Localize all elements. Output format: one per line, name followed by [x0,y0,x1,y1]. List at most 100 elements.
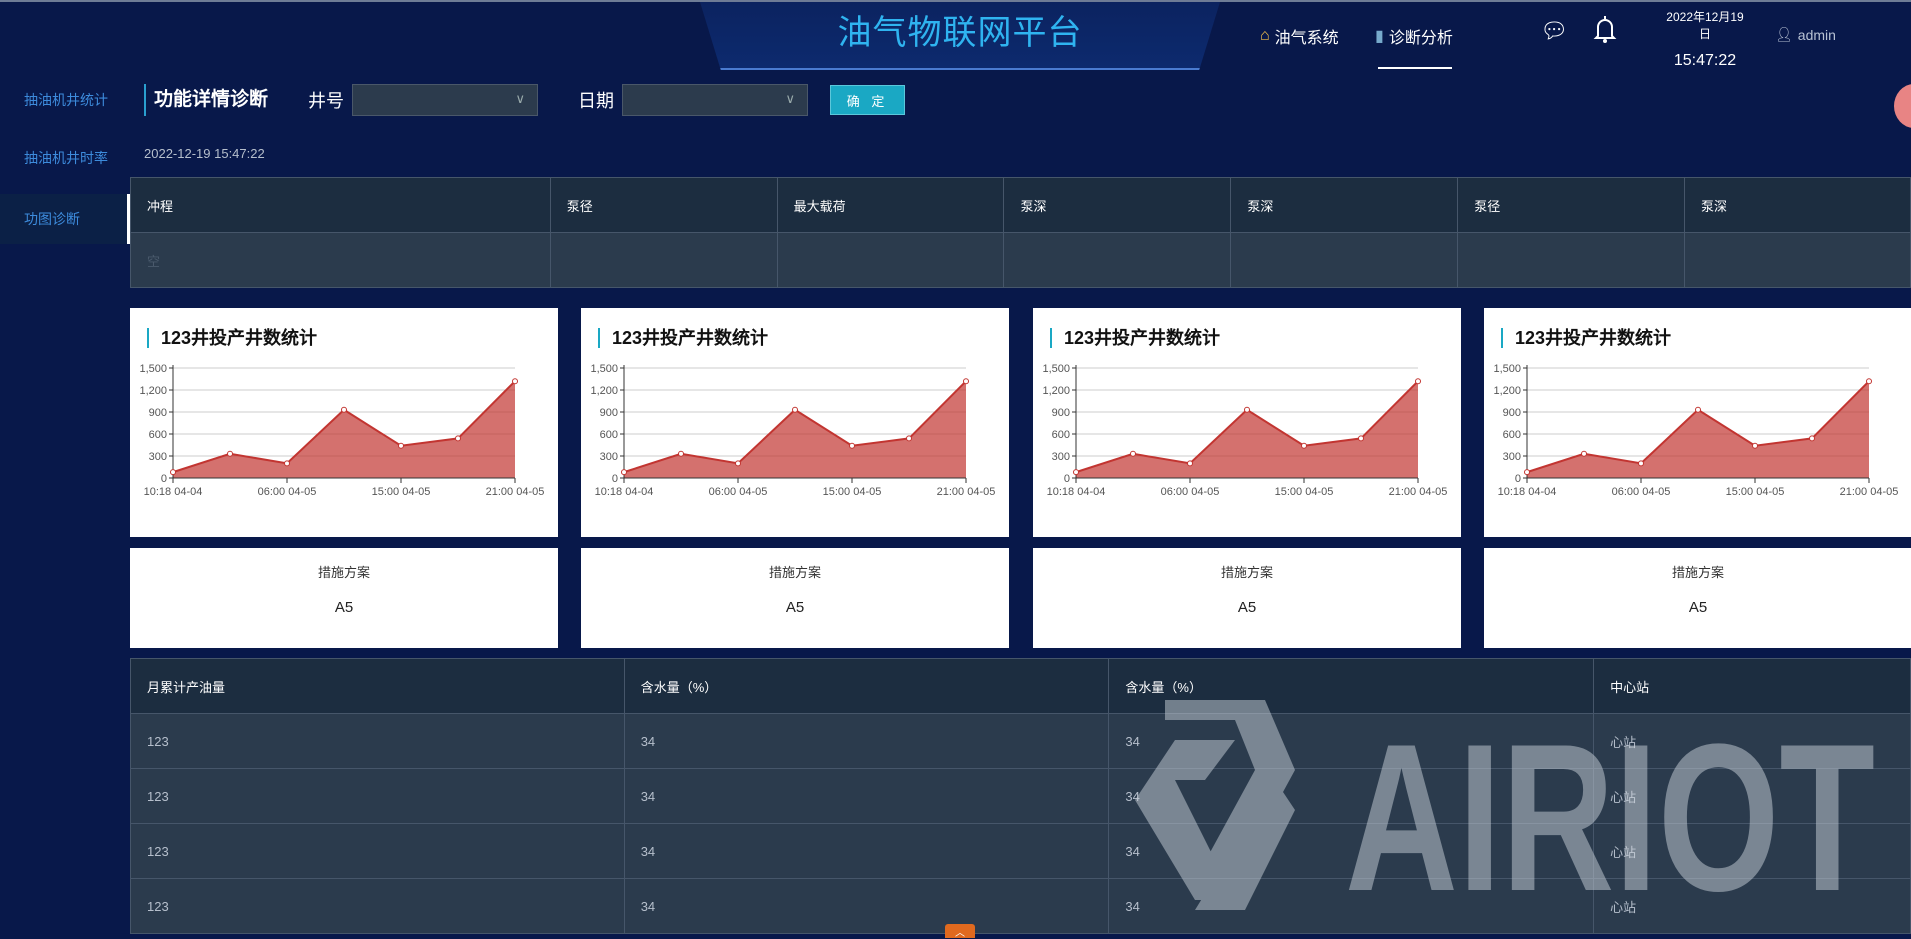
table-cell [776,232,1005,288]
area-fill [173,381,515,478]
table-cell: 34 [623,878,1110,934]
data-point[interactable] [792,406,798,413]
username: admin [1797,26,1836,43]
plan-value: A5 [1237,599,1257,616]
plan-card: 措施方案 A5 [130,548,558,648]
page-title: 功能详情诊断 [144,84,268,116]
x-tick-label: 10:18 04-04 [1498,486,1557,498]
y-tick-label: 900 [1503,407,1521,419]
data-point[interactable] [1244,406,1250,413]
x-tick-label: 10:18 04-04 [595,486,654,498]
well-label: 井号 [308,91,345,111]
table-cell [549,232,778,288]
data-point[interactable] [1752,442,1758,449]
table-cell [1003,232,1232,288]
x-tick-label: 15:00 04-05 [372,486,431,498]
timestamp: 2022-12-19 15:47:22 [144,146,265,161]
area-chart: 0 300 600 900 1,200 1,500 10:18 04-04 06:00 04-… [1042,363,1448,498]
x-tick-label: 21:00 04-05 [1389,486,1448,498]
table-cell: 心站 [1593,768,1911,824]
nav-diagnosis[interactable]: ▮ 诊断分析 [1375,24,1453,48]
x-tick-label: 21:00 04-05 [1840,486,1899,498]
data-point[interactable] [1809,435,1815,442]
data-point[interactable] [284,460,290,467]
data-point[interactable] [341,406,347,413]
data-point[interactable] [1415,378,1421,385]
table-cell: 心站 [1593,823,1911,879]
date-select[interactable]: ∨ [622,84,809,116]
data-point[interactable] [170,469,176,476]
data-point[interactable] [1301,442,1307,449]
area-chart: 0 300 600 900 1,200 1,500 10:18 04-04 06:00 04-… [590,363,996,498]
date-text: 2022年12月19日 [1666,10,1744,41]
plan-card: 措施方案 A5 [1033,548,1461,648]
y-tick-label: 900 [1052,407,1070,419]
active-nav-indicator [1378,67,1452,69]
y-tick-label: 1,500 [139,363,167,375]
column-header: 泵深 [1684,177,1911,233]
data-point[interactable] [678,450,684,457]
data-point[interactable] [1866,378,1872,385]
y-tick-label: 0 [161,473,167,485]
time-text: 15:47:22 [1673,52,1737,69]
home-icon: ⌂ [1260,27,1270,44]
data-point[interactable] [227,450,233,457]
data-point[interactable] [621,469,627,476]
production-table: 月累计产油量 含水量（%） 含水量（%） 中心站 123 34 34 心站 123 34 34 心站… [130,658,1911,934]
x-tick-label: 21:00 04-05 [937,486,996,498]
chevron-down-icon: ∨ [785,91,796,106]
data-point[interactable] [1130,450,1136,457]
data-point[interactable] [398,442,404,449]
table-cell: 123 [130,768,625,824]
column-header: 泵深 [1230,177,1459,233]
data-point[interactable] [1358,435,1364,442]
data-point[interactable] [1524,469,1530,476]
user-menu[interactable]: 👤︎ admin [1775,26,1836,43]
nav-oil-system[interactable]: ⌂ 油气系统 [1260,24,1339,48]
column-header: 含水量（%） [1108,658,1595,714]
table-cell: 123 [130,823,625,879]
plan-value: A5 [1688,599,1708,616]
sidebar-item-dynagraph-diagnosis[interactable]: 功图诊断 [0,194,130,244]
y-tick-label: 300 [1503,451,1521,463]
column-header: 最大载荷 [776,177,1005,233]
scroll-top-button[interactable]: ︿ [945,924,975,939]
data-point[interactable] [1695,406,1701,413]
area-fill [1527,381,1869,478]
data-point[interactable] [849,442,855,449]
table-cell: 123 [130,713,625,769]
data-point[interactable] [1638,460,1644,467]
table-cell [1230,232,1459,288]
data-point[interactable] [906,435,912,442]
column-header: 冲程 [130,177,551,233]
data-point[interactable] [963,378,969,385]
settings-gear-button[interactable] [1894,84,1911,128]
sidebar-item-pump-stats[interactable]: 抽油机井统计 [0,78,130,136]
date-label: 日期 [578,91,615,111]
data-point[interactable] [735,460,741,467]
data-point[interactable] [1073,469,1079,476]
sidebar-item-pump-time-rate[interactable]: 抽油机井时率 [0,136,130,194]
data-point[interactable] [455,435,461,442]
table-cell: 心站 [1593,878,1911,934]
confirm-button[interactable]: 确 定 [830,85,906,115]
data-point[interactable] [1187,460,1193,467]
data-point[interactable] [512,378,518,385]
table-cell: 空 [130,232,551,288]
area-fill [624,381,966,478]
table-cell: 34 [623,713,1110,769]
y-tick-label: 600 [149,429,167,441]
bell-icon[interactable] [1593,14,1617,44]
chevron-down-icon: ∨ [515,91,526,106]
x-tick-label: 06:00 04-05 [1161,486,1220,498]
y-tick-label: 900 [149,407,167,419]
filter-toolbar: 功能详情诊断 井号 ∨ 日期 ∨ 确 定 [144,84,906,116]
table-cell: 34 [623,768,1110,824]
user-icon: 👤︎ [1775,26,1793,42]
message-icon[interactable]: 💬︎ [1540,18,1568,44]
data-point[interactable] [1581,450,1587,457]
area-chart: 0 300 600 900 1,200 1,500 10:18 04-04 06:00 04-… [139,363,544,498]
y-tick-label: 600 [1052,429,1070,441]
column-header: 含水量（%） [623,658,1110,714]
well-select[interactable]: ∨ [352,84,539,116]
